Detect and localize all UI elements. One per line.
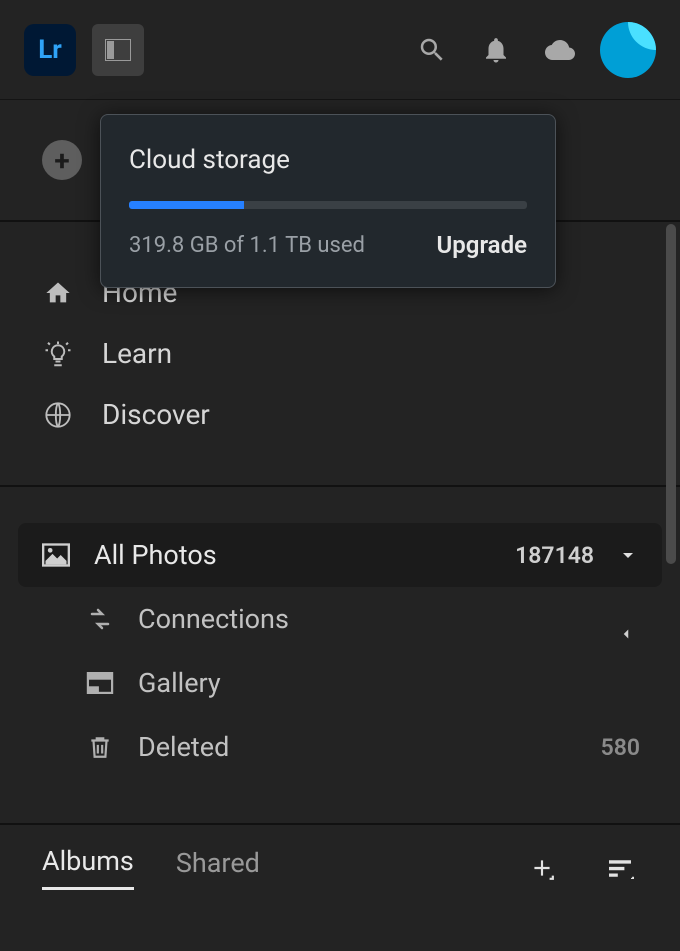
all-photos-row[interactable]: All Photos 187148 bbox=[18, 523, 662, 587]
tab-albums[interactable]: Albums bbox=[42, 845, 134, 890]
popover-title: Cloud storage bbox=[129, 145, 527, 175]
chevron-down-icon[interactable] bbox=[616, 543, 640, 567]
deleted-row[interactable]: Deleted 580 bbox=[62, 715, 662, 779]
add-album-button[interactable] bbox=[524, 850, 560, 886]
storage-progress-fill bbox=[129, 201, 244, 209]
avatar[interactable] bbox=[600, 22, 656, 78]
trash-icon bbox=[84, 731, 116, 763]
album-tabs: Albums Shared bbox=[0, 825, 680, 910]
chevron-left-icon bbox=[617, 625, 635, 643]
connections-row[interactable]: Connections bbox=[62, 587, 662, 651]
panel-icon bbox=[105, 39, 131, 61]
connections-icon bbox=[84, 603, 116, 635]
cloud-storage-popover: Cloud storage 319.8 GB of 1.1 TB used Up… bbox=[100, 114, 556, 288]
cloud-sync-button[interactable] bbox=[536, 26, 584, 74]
nav-item-learn[interactable]: Learn bbox=[0, 323, 680, 384]
bell-icon bbox=[481, 35, 511, 65]
globe-icon bbox=[42, 399, 74, 431]
plus-icon bbox=[529, 855, 555, 881]
app-header: Lr bbox=[0, 0, 680, 100]
search-button[interactable] bbox=[408, 26, 456, 74]
connections-label: Connections bbox=[138, 603, 640, 635]
collapse-panel-chevron[interactable] bbox=[614, 622, 638, 646]
plus-icon: + bbox=[42, 140, 82, 180]
deleted-label: Deleted bbox=[138, 731, 579, 763]
sort-button[interactable] bbox=[602, 850, 638, 886]
panel-toggle-button[interactable] bbox=[92, 24, 144, 76]
gallery-row[interactable]: Gallery bbox=[62, 651, 662, 715]
gallery-label: Gallery bbox=[138, 667, 640, 699]
sub-rows: Connections Gallery Deleted 580 bbox=[18, 587, 662, 823]
storage-usage-text: 319.8 GB of 1.1 TB used bbox=[129, 233, 365, 258]
storage-progress-bar bbox=[129, 201, 527, 209]
gallery-icon bbox=[84, 667, 116, 699]
scrollbar[interactable] bbox=[666, 224, 676, 564]
sort-icon bbox=[606, 857, 634, 879]
all-photos-count: 187148 bbox=[515, 542, 594, 569]
deleted-count: 580 bbox=[601, 734, 640, 761]
nav-item-label: Discover bbox=[102, 398, 210, 431]
lightbulb-icon bbox=[42, 338, 74, 370]
cloud-icon bbox=[541, 35, 579, 65]
photos-section: All Photos 187148 Connections Gallery De… bbox=[0, 487, 680, 825]
tab-shared[interactable]: Shared bbox=[176, 847, 260, 889]
photos-icon bbox=[40, 539, 72, 571]
app-logo[interactable]: Lr bbox=[24, 24, 76, 76]
home-icon bbox=[42, 277, 74, 309]
all-photos-label: All Photos bbox=[94, 539, 493, 571]
notifications-button[interactable] bbox=[472, 26, 520, 74]
nav-item-label: Learn bbox=[102, 337, 172, 370]
nav-item-discover[interactable]: Discover bbox=[0, 384, 680, 445]
search-icon bbox=[417, 35, 447, 65]
upgrade-link[interactable]: Upgrade bbox=[437, 231, 527, 259]
